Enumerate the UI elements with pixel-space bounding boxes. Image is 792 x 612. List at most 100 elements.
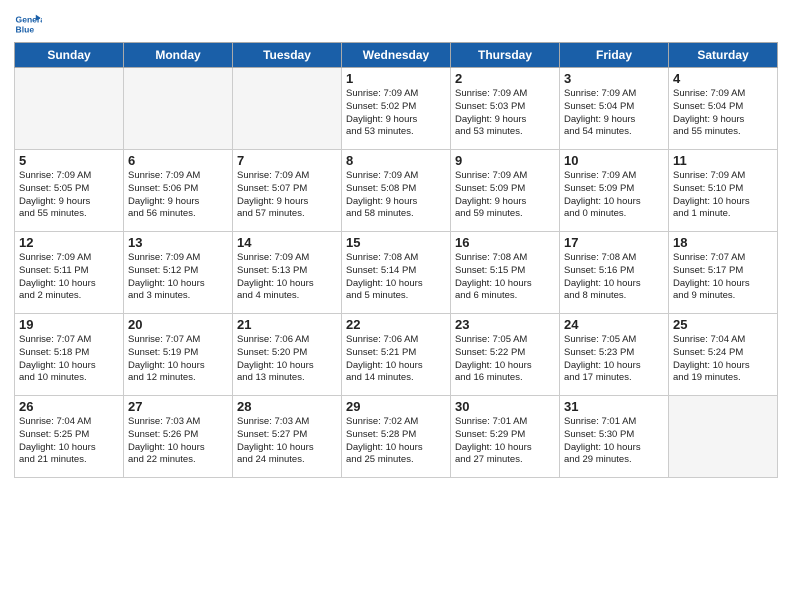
cell-info: Sunrise: 7:04 AM Sunset: 5:24 PM Dayligh…: [673, 334, 773, 385]
date-number: 9: [455, 153, 555, 168]
svg-text:General: General: [16, 14, 42, 24]
calendar-cell: 31Sunrise: 7:01 AM Sunset: 5:30 PM Dayli…: [560, 396, 669, 478]
header: General Blue: [14, 10, 778, 38]
day-header-tuesday: Tuesday: [233, 43, 342, 68]
cell-info: Sunrise: 7:04 AM Sunset: 5:25 PM Dayligh…: [19, 416, 119, 467]
logo-icon: General Blue: [14, 10, 42, 38]
calendar-cell: 19 Sunrise: 7:07 AM Sunset: 5:18 PM Dayli…: [15, 314, 124, 396]
cell-info: Sunrise: 7:07 AM Sunset: 5:17 PM Dayligh…: [673, 252, 773, 303]
date-number: 27: [128, 399, 228, 414]
date-number: 26: [19, 399, 119, 414]
day-header-sunday: Sunday: [15, 43, 124, 68]
date-number: 28: [237, 399, 337, 414]
cell-info: Sunrise: 7:05 AM Sunset: 5:23 PM Dayligh…: [564, 334, 664, 385]
date-number: 12: [19, 235, 119, 250]
date-number: 6: [128, 153, 228, 168]
calendar-cell: 26 Sunrise: 7:04 AM Sunset: 5:25 PM Dayli…: [15, 396, 124, 478]
cell-info: Sunrise: 7:06 AM Sunset: 5:20 PM Dayligh…: [237, 334, 337, 385]
date-number: 21: [237, 317, 337, 332]
calendar-cell: 29 Sunrise: 7:02 AM Sunset: 5:28 PM Dayli…: [342, 396, 451, 478]
cell-info: Sunrise: 7:06 AM Sunset: 5:21 PM Dayligh…: [346, 334, 446, 385]
calendar-cell: 8 Sunrise: 7:09 AM Sunset: 5:08 PM Daylig…: [342, 150, 451, 232]
date-number: 8: [346, 153, 446, 168]
date-number: 24: [564, 317, 664, 332]
week-row-3: 19 Sunrise: 7:07 AM Sunset: 5:18 PM Dayli…: [15, 314, 778, 396]
date-number: 11: [673, 153, 773, 168]
day-header-thursday: Thursday: [451, 43, 560, 68]
date-number: 16: [455, 235, 555, 250]
cell-info: Sunrise: 7:09 AM Sunset: 5:04 PM Dayligh…: [564, 88, 664, 139]
day-header-monday: Monday: [124, 43, 233, 68]
calendar-cell: 17Sunrise: 7:08 AM Sunset: 5:16 PM Dayli…: [560, 232, 669, 314]
date-number: 22: [346, 317, 446, 332]
svg-text:Blue: Blue: [16, 25, 35, 35]
calendar-cell: 2 Sunrise: 7:09 AM Sunset: 5:03 PM Daylig…: [451, 68, 560, 150]
date-number: 1: [346, 71, 446, 86]
date-number: 19: [19, 317, 119, 332]
calendar-cell: 10Sunrise: 7:09 AM Sunset: 5:09 PM Dayli…: [560, 150, 669, 232]
cell-info: Sunrise: 7:09 AM Sunset: 5:11 PM Dayligh…: [19, 252, 119, 303]
calendar-cell: 7 Sunrise: 7:09 AM Sunset: 5:07 PM Daylig…: [233, 150, 342, 232]
cell-info: Sunrise: 7:07 AM Sunset: 5:18 PM Dayligh…: [19, 334, 119, 385]
logo: General Blue: [14, 10, 42, 38]
date-number: 4: [673, 71, 773, 86]
calendar-cell: 3Sunrise: 7:09 AM Sunset: 5:04 PM Daylig…: [560, 68, 669, 150]
date-number: 25: [673, 317, 773, 332]
calendar-wrapper: General Blue SundayMondayTuesdayWednesda…: [0, 0, 792, 488]
date-number: 30: [455, 399, 555, 414]
cell-info: Sunrise: 7:08 AM Sunset: 5:14 PM Dayligh…: [346, 252, 446, 303]
day-header-friday: Friday: [560, 43, 669, 68]
date-number: 5: [19, 153, 119, 168]
calendar-cell: 16Sunrise: 7:08 AM Sunset: 5:15 PM Dayli…: [451, 232, 560, 314]
cell-info: Sunrise: 7:05 AM Sunset: 5:22 PM Dayligh…: [455, 334, 555, 385]
calendar-cell: 25 Sunrise: 7:04 AM Sunset: 5:24 PM Dayli…: [669, 314, 778, 396]
calendar-cell: 28 Sunrise: 7:03 AM Sunset: 5:27 PM Dayli…: [233, 396, 342, 478]
calendar-cell: 30 Sunrise: 7:01 AM Sunset: 5:29 PM Dayli…: [451, 396, 560, 478]
cell-info: Sunrise: 7:09 AM Sunset: 5:03 PM Dayligh…: [455, 88, 555, 139]
week-row-2: 12 Sunrise: 7:09 AM Sunset: 5:11 PM Dayli…: [15, 232, 778, 314]
calendar-cell: 20 Sunrise: 7:07 AM Sunset: 5:19 PM Dayli…: [124, 314, 233, 396]
cell-info: Sunrise: 7:01 AM Sunset: 5:29 PM Dayligh…: [455, 416, 555, 467]
cell-info: Sunrise: 7:09 AM Sunset: 5:05 PM Dayligh…: [19, 170, 119, 221]
week-row-1: 5 Sunrise: 7:09 AM Sunset: 5:05 PM Daylig…: [15, 150, 778, 232]
date-number: 10: [564, 153, 664, 168]
cell-info: Sunrise: 7:08 AM Sunset: 5:16 PM Dayligh…: [564, 252, 664, 303]
calendar-cell: 1Sunrise: 7:09 AM Sunset: 5:02 PM Daylig…: [342, 68, 451, 150]
calendar-cell: 12 Sunrise: 7:09 AM Sunset: 5:11 PM Dayli…: [15, 232, 124, 314]
date-number: 14: [237, 235, 337, 250]
date-number: 23: [455, 317, 555, 332]
cell-info: Sunrise: 7:09 AM Sunset: 5:13 PM Dayligh…: [237, 252, 337, 303]
calendar-cell: [233, 68, 342, 150]
cell-info: Sunrise: 7:02 AM Sunset: 5:28 PM Dayligh…: [346, 416, 446, 467]
calendar-cell: 4Sunrise: 7:09 AM Sunset: 5:04 PM Daylig…: [669, 68, 778, 150]
calendar-cell: 21 Sunrise: 7:06 AM Sunset: 5:20 PM Dayli…: [233, 314, 342, 396]
day-header-row: SundayMondayTuesdayWednesdayThursdayFrid…: [15, 43, 778, 68]
cell-info: Sunrise: 7:09 AM Sunset: 5:07 PM Dayligh…: [237, 170, 337, 221]
calendar-cell: 11 Sunrise: 7:09 AM Sunset: 5:10 PM Dayli…: [669, 150, 778, 232]
calendar-cell: [124, 68, 233, 150]
date-number: 31: [564, 399, 664, 414]
calendar-cell: 18 Sunrise: 7:07 AM Sunset: 5:17 PM Dayli…: [669, 232, 778, 314]
cell-info: Sunrise: 7:09 AM Sunset: 5:10 PM Dayligh…: [673, 170, 773, 221]
calendar-body: 1Sunrise: 7:09 AM Sunset: 5:02 PM Daylig…: [15, 68, 778, 478]
date-number: 13: [128, 235, 228, 250]
week-row-0: 1Sunrise: 7:09 AM Sunset: 5:02 PM Daylig…: [15, 68, 778, 150]
calendar-cell: 6 Sunrise: 7:09 AM Sunset: 5:06 PM Daylig…: [124, 150, 233, 232]
date-number: 7: [237, 153, 337, 168]
cell-info: Sunrise: 7:03 AM Sunset: 5:27 PM Dayligh…: [237, 416, 337, 467]
cell-info: Sunrise: 7:09 AM Sunset: 5:06 PM Dayligh…: [128, 170, 228, 221]
cell-info: Sunrise: 7:09 AM Sunset: 5:09 PM Dayligh…: [455, 170, 555, 221]
calendar-cell: 9 Sunrise: 7:09 AM Sunset: 5:09 PM Daylig…: [451, 150, 560, 232]
date-number: 29: [346, 399, 446, 414]
calendar-cell: 24 Sunrise: 7:05 AM Sunset: 5:23 PM Dayli…: [560, 314, 669, 396]
calendar-table: SundayMondayTuesdayWednesdayThursdayFrid…: [14, 42, 778, 478]
calendar-cell: [669, 396, 778, 478]
date-number: 2: [455, 71, 555, 86]
calendar-cell: 27Sunrise: 7:03 AM Sunset: 5:26 PM Dayli…: [124, 396, 233, 478]
date-number: 20: [128, 317, 228, 332]
cell-info: Sunrise: 7:09 AM Sunset: 5:12 PM Dayligh…: [128, 252, 228, 303]
cell-info: Sunrise: 7:09 AM Sunset: 5:08 PM Dayligh…: [346, 170, 446, 221]
cell-info: Sunrise: 7:07 AM Sunset: 5:19 PM Dayligh…: [128, 334, 228, 385]
day-header-saturday: Saturday: [669, 43, 778, 68]
date-number: 18: [673, 235, 773, 250]
